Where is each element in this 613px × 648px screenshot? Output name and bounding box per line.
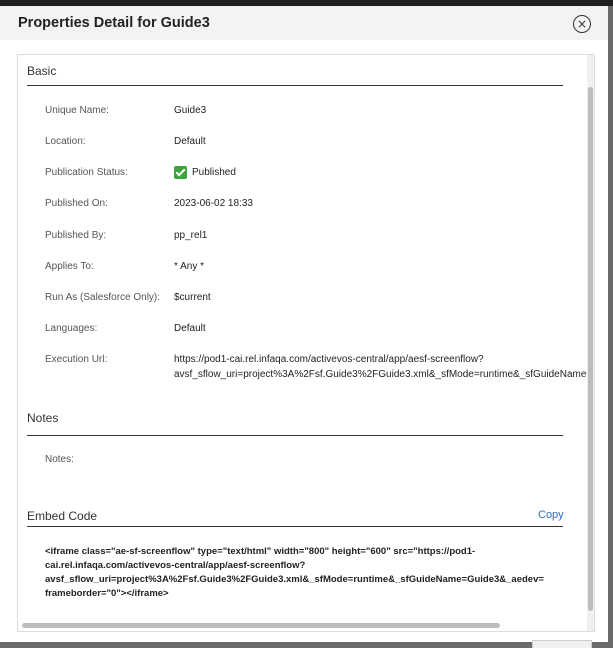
publication-status-value: Published [174, 166, 236, 179]
publication-status-text: Published [192, 167, 236, 179]
vertical-scrollbar-thumb[interactable] [588, 87, 593, 611]
published-on-label: Published On: [45, 198, 108, 209]
notes-label: Notes: [45, 454, 74, 465]
embed-code-text[interactable]: <iframe class="ae-sf-screenflow" type="t… [45, 545, 544, 601]
publication-status-label: Publication Status: [45, 167, 128, 178]
unique-name-value: Guide3 [174, 105, 207, 116]
horizontal-scrollbar-thumb[interactable] [22, 623, 500, 628]
properties-dialog: Properties Detail for Guide3 × Basic Uni… [0, 6, 608, 642]
embed-code-line2: cai.rel.infaqa.com/activevos-central/app… [45, 560, 306, 571]
dialog-title: Properties Detail for Guide3 [18, 15, 210, 31]
unique-name-label: Unique Name: [45, 105, 109, 116]
published-on-value: 2023-06-02 18:33 [174, 198, 253, 209]
run-as-label: Run As (Salesforce Only): [45, 292, 161, 303]
copy-embed-button[interactable]: Copy [538, 509, 564, 521]
run-as-value: $current [174, 292, 211, 303]
applies-to-value: * Any * [174, 261, 205, 272]
embed-divider [27, 526, 563, 527]
execution-url-line2[interactable]: avsf_sflow_uri=project%3A%2Fsf.Guide3%2F… [174, 369, 592, 380]
properties-panel: Basic Unique Name: Guide3 Location: Defa… [17, 54, 595, 632]
embed-code-line3: avsf_sflow_uri=project%3A%2Fsf.Guide3%2F… [45, 574, 544, 585]
embed-code-line4: frameborder="0"></iframe> [45, 588, 169, 599]
published-by-label: Published By: [45, 230, 107, 241]
languages-value: Default [174, 323, 206, 334]
location-value: Default [174, 136, 206, 147]
basic-divider [27, 85, 563, 86]
published-check-icon [174, 166, 187, 179]
execution-url-label: Execution Url: [45, 354, 108, 365]
close-icon[interactable]: × [573, 15, 591, 33]
dialog-header: Properties Detail for Guide3 × [0, 6, 608, 40]
execution-url-line1[interactable]: https://pod1-cai.rel.infaqa.com/activevo… [174, 354, 484, 365]
languages-label: Languages: [45, 323, 98, 334]
location-label: Location: [45, 136, 86, 147]
basic-section-title: Basic [27, 64, 57, 78]
published-by-value: pp_rel1 [174, 230, 208, 241]
embed-code-line1: <iframe class="ae-sf-screenflow" type="t… [45, 546, 476, 557]
applies-to-label: Applies To: [45, 261, 94, 272]
notes-divider [27, 435, 563, 436]
embed-code-section-title: Embed Code [27, 509, 98, 523]
notes-section-title: Notes [27, 411, 59, 425]
